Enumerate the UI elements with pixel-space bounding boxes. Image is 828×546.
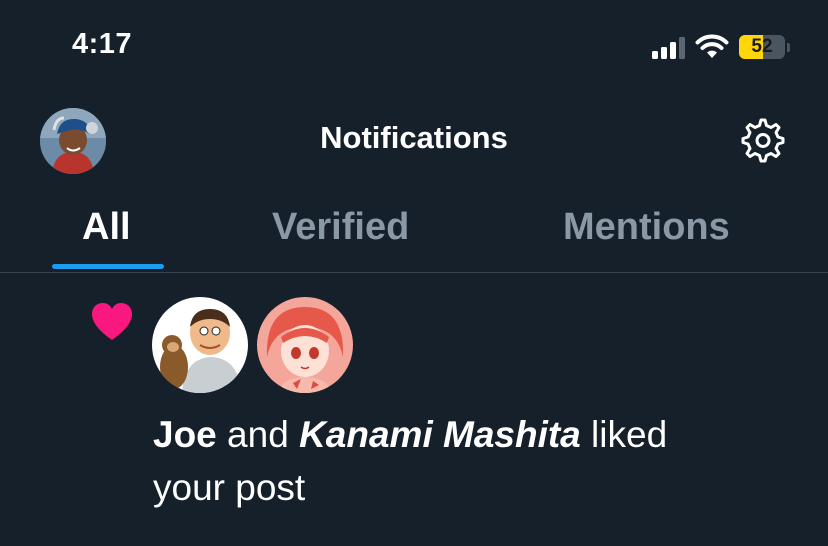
- tab-mentions[interactable]: Mentions: [563, 206, 730, 249]
- settings-button[interactable]: [740, 118, 786, 164]
- notifications-screen: 4:17 52 Notifications All Verified Menti…: [0, 0, 828, 546]
- battery-icon: 52: [739, 35, 790, 59]
- notification-connector: and: [227, 414, 289, 455]
- notification-user2[interactable]: Kanami Mashita: [299, 414, 581, 455]
- avatar-kanami-mashita[interactable]: [257, 297, 353, 393]
- wifi-icon: [695, 34, 729, 60]
- heart-icon: [92, 303, 132, 340]
- avatar-joe[interactable]: [152, 297, 248, 393]
- notification-text: Joe and Kanami Mashita liked your post: [153, 408, 773, 514]
- gear-icon: [741, 118, 785, 163]
- notification-action: liked: [591, 414, 668, 455]
- tab-all[interactable]: All: [82, 206, 131, 249]
- status-indicators: 52: [652, 34, 790, 60]
- page-title: Notifications: [320, 120, 508, 155]
- tab-bar: All Verified Mentions: [0, 200, 828, 272]
- divider: [0, 272, 828, 273]
- notification-action-line2: your post: [153, 467, 306, 508]
- status-time: 4:17: [72, 28, 133, 60]
- cellular-signal-icon: [652, 35, 685, 59]
- tab-verified[interactable]: Verified: [272, 206, 409, 249]
- notification-user1[interactable]: Joe: [153, 414, 217, 455]
- active-tab-indicator: [52, 264, 164, 269]
- battery-level: 52: [751, 36, 773, 57]
